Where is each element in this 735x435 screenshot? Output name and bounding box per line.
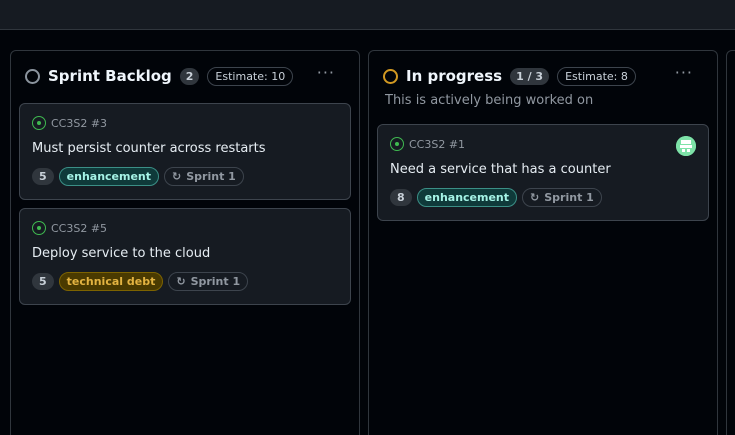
card-title[interactable]: Need a service that has a counter bbox=[390, 162, 611, 177]
issue-card[interactable]: CC3S2 #5 Deploy service to the cloud 5 t… bbox=[19, 208, 351, 305]
card-reference: CC3S2 #1 bbox=[390, 137, 465, 151]
card-fields: 8 enhancement ↻ Sprint 1 bbox=[390, 188, 602, 207]
avatar-icon[interactable] bbox=[676, 136, 696, 156]
iteration-icon: ↻ bbox=[530, 191, 540, 204]
top-bar bbox=[0, 0, 735, 30]
iteration-badge[interactable]: ↻ Sprint 1 bbox=[522, 188, 602, 207]
column-next-edge bbox=[726, 50, 735, 435]
card-title[interactable]: Deploy service to the cloud bbox=[32, 246, 210, 261]
label-enhancement[interactable]: enhancement bbox=[416, 188, 518, 207]
open-issue-icon bbox=[390, 137, 404, 151]
card-reference: CC3S2 #3 bbox=[32, 116, 107, 130]
open-issue-icon bbox=[32, 221, 46, 235]
open-issue-icon bbox=[32, 116, 46, 130]
issue-ref-text[interactable]: CC3S2 #1 bbox=[409, 138, 465, 151]
column-title: Sprint Backlog bbox=[48, 67, 172, 85]
issue-ref-text[interactable]: CC3S2 #3 bbox=[51, 117, 107, 130]
iteration-text: Sprint 1 bbox=[186, 170, 236, 183]
label-technical-debt[interactable]: technical debt bbox=[58, 272, 164, 291]
card-title[interactable]: Must persist counter across restarts bbox=[32, 141, 266, 156]
card-reference: CC3S2 #5 bbox=[32, 221, 107, 235]
iteration-badge[interactable]: ↻ Sprint 1 bbox=[164, 167, 244, 186]
column-menu-button[interactable]: ··· bbox=[317, 63, 335, 82]
iteration-text: Sprint 1 bbox=[190, 275, 241, 288]
item-count-badge: 2 bbox=[179, 67, 200, 85]
issue-ref-text[interactable]: CC3S2 #5 bbox=[51, 222, 107, 235]
issue-card[interactable]: CC3S2 #1 Need a service that has a count… bbox=[377, 124, 709, 221]
column-title: In progress bbox=[406, 67, 503, 85]
estimate-badge: Estimate: 8 bbox=[557, 66, 636, 86]
iteration-icon: ↻ bbox=[176, 275, 186, 288]
column-menu-button[interactable]: ··· bbox=[675, 63, 693, 82]
status-circle-icon bbox=[383, 68, 398, 84]
status-circle-icon bbox=[25, 68, 40, 84]
issue-card[interactable]: CC3S2 #3 Must persist counter across res… bbox=[19, 103, 351, 200]
iteration-text: Sprint 1 bbox=[544, 191, 594, 204]
column-sprint-backlog: Sprint Backlog 2 Estimate: 10 ··· CC3S2 … bbox=[10, 50, 360, 435]
iteration-badge[interactable]: ↻ Sprint 1 bbox=[168, 272, 249, 291]
estimate-badge: Estimate: 10 bbox=[207, 66, 294, 86]
estimate-points: 5 bbox=[32, 273, 54, 290]
column-header: In progress 1 / 3 Estimate: 8 bbox=[383, 65, 636, 87]
iteration-icon: ↻ bbox=[172, 170, 182, 183]
card-fields: 5 technical debt ↻ Sprint 1 bbox=[32, 272, 249, 291]
card-fields: 5 enhancement ↻ Sprint 1 bbox=[32, 167, 244, 186]
column-in-progress: In progress 1 / 3 Estimate: 8 ··· This i… bbox=[368, 50, 718, 435]
estimate-points: 5 bbox=[32, 168, 54, 185]
item-count-badge: 1 / 3 bbox=[510, 67, 550, 85]
column-header: Sprint Backlog 2 Estimate: 10 bbox=[25, 65, 294, 87]
column-description: This is actively being worked on bbox=[385, 93, 594, 108]
label-enhancement[interactable]: enhancement bbox=[58, 167, 160, 186]
estimate-points: 8 bbox=[390, 189, 412, 206]
